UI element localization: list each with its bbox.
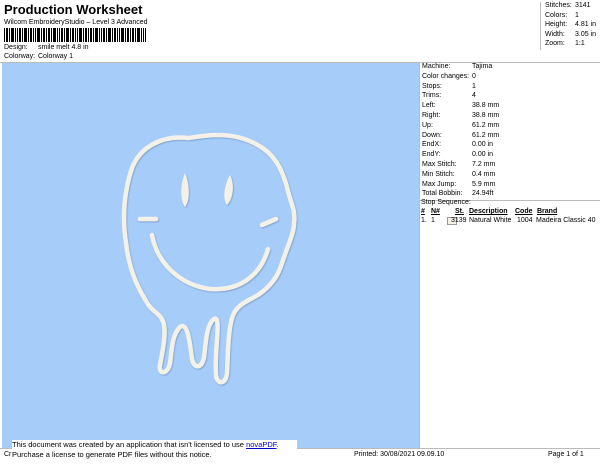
info-value: 0.00 in (472, 141, 494, 149)
info-row: EndY: 0.00 in (420, 151, 600, 161)
stop-sequence-title: Stop Sequence: (421, 199, 471, 206)
cell-num: 1. (421, 217, 427, 224)
notice-line-2: Purchase a license to generate PDF files… (12, 450, 212, 459)
stat-value: 1 (575, 11, 579, 19)
colorway-label: Colorway: (4, 53, 36, 60)
info-label: EndY: (422, 151, 441, 159)
stop-sequence-header: # N# St. Description Code Brand (421, 208, 600, 217)
stat-label: Stitches: (545, 2, 572, 9)
info-label: Min Stitch: (422, 170, 455, 178)
info-row: Stops: 1 (420, 83, 600, 93)
info-value: Tajima (472, 63, 493, 70)
stat-label: Zoom: (545, 40, 565, 48)
design-preview (2, 63, 419, 448)
col-description: Description (469, 208, 508, 215)
info-label: Left: (422, 102, 436, 110)
barcode (4, 28, 146, 42)
col-brand: Brand (537, 208, 558, 215)
info-row: EndX: 0.00 in (420, 141, 600, 151)
cell-needle: 1 (431, 217, 435, 224)
machine-info: Machine: Tajima Color changes: 0 Stops: 1 T… (420, 63, 600, 200)
info-label: Max Jump: (422, 180, 457, 188)
info-value: 0.4 mm (472, 170, 496, 178)
notice-punct: . (276, 440, 279, 449)
info-value: 0 (472, 72, 476, 80)
info-row: Right: 38.8 mm (420, 112, 600, 122)
info-row: Color changes: 0 (420, 73, 600, 83)
info-row: Max Jump: 5.9 mm (420, 181, 600, 191)
info-value: 38.8 mm (472, 102, 500, 110)
colorway-row: Colorway: Colorway 1 (4, 53, 204, 62)
col-code: Code (515, 208, 533, 215)
stat-colors: Colors: 1 (541, 12, 599, 22)
right-eye (224, 175, 233, 205)
footer-left-text: Cr (4, 451, 12, 458)
application-name: Wilcom EmbroideryStudio – Level 3 Advanc… (4, 19, 148, 26)
info-value: 38.8 mm (472, 111, 500, 119)
stat-zoom: Zoom: 1:1 (541, 40, 599, 50)
info-label: EndX: (422, 141, 442, 149)
info-row: Trims: 4 (420, 92, 600, 102)
info-row: Up: 61.2 mm (420, 122, 600, 132)
info-value: 61.2 mm (472, 121, 500, 129)
info-label: Machine: (422, 63, 451, 70)
notice-line-1: This document was created by an applicat… (12, 440, 297, 450)
license-notice: This document was created by an applicat… (12, 440, 297, 462)
page-number: Page 1 of 1 (548, 451, 584, 458)
stat-value: 3141 (575, 2, 591, 9)
info-row: Machine: Tajima (420, 63, 600, 73)
design-row: Design: smile melt 4.8 in (4, 44, 204, 53)
info-label: Down: (422, 131, 442, 139)
info-label: Color changes: (422, 72, 470, 80)
melting-smiley-embroidery (121, 132, 297, 385)
stat-stitches: Stitches: 3141 (541, 2, 599, 12)
info-label: Trims: (422, 92, 442, 100)
cell-description: Natural White (469, 217, 512, 224)
stat-value: 1:1 (575, 40, 585, 48)
right-cheek (259, 216, 279, 228)
stat-label: Height: (545, 21, 568, 29)
info-label: Max Stitch: (422, 160, 457, 168)
col-stitches: St. (455, 208, 464, 215)
cell-brand: Madeira Classic 40 (536, 217, 596, 224)
stat-value: 3.05 in (575, 30, 597, 38)
stat-label: Colors: (545, 11, 568, 19)
info-value: 61.2 mm (472, 131, 500, 139)
info-value: 1 (472, 82, 476, 90)
printed-date: Printed: 30/08/2021 09.09.10 (354, 451, 445, 458)
table-row: 1. 1 3139 Natural White 1004 Madeira Cla… (421, 217, 600, 226)
cell-code: 1004 (517, 217, 533, 224)
stat-label: Width: (545, 30, 565, 38)
design-value: smile melt 4.8 in (38, 44, 89, 51)
info-value: 7.2 mm (472, 160, 496, 168)
info-row: Down: 61.2 mm (420, 132, 600, 142)
design-summary: Stitches: 3141 Colors: 1 Height: 4.81 in Wi… (540, 2, 599, 50)
info-label: Right: (422, 111, 441, 119)
colorway-value: Colorway 1 (38, 53, 74, 60)
smile (149, 232, 271, 292)
info-label: Up: (422, 121, 433, 129)
info-label: Total Bobbin: (422, 190, 463, 198)
page-title: Production Worksheet (4, 2, 143, 17)
notice-text: This document was created by an applicat… (12, 440, 247, 449)
info-value: 5.9 mm (472, 180, 496, 188)
info-row: Max Stitch: 7.2 mm (420, 161, 600, 171)
info-row: Min Stitch: 0.4 mm (420, 171, 600, 181)
stat-width: Width: 3.05 in (541, 31, 599, 41)
col-num: # (421, 208, 425, 215)
info-value: 0.00 in (472, 151, 494, 159)
left-eye (181, 173, 189, 207)
info-label: Stops: (422, 82, 442, 90)
design-label: Design: (4, 44, 28, 51)
cell-stitches: 3139 (451, 217, 467, 224)
col-needle: N# (431, 208, 440, 215)
stat-height: Height: 4.81 in (541, 21, 599, 31)
info-value: 24.94ft (472, 190, 494, 198)
info-value: 4 (472, 92, 476, 100)
stat-value: 4.81 in (575, 21, 597, 29)
info-row: Left: 38.8 mm (420, 102, 600, 112)
face-outline (121, 132, 297, 385)
novapdf-link[interactable]: novaPDF (246, 440, 276, 449)
